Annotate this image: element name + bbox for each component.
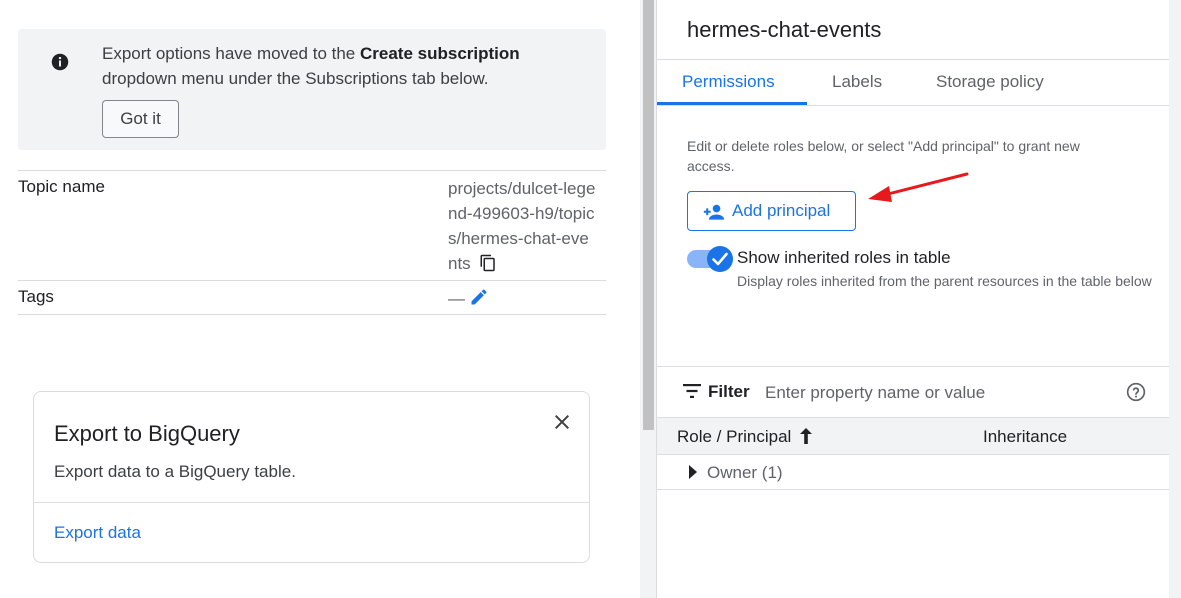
toggle-label: Show inherited roles in table xyxy=(737,248,951,267)
property-row-topic-name: Topic name projects/dulcet-legend-499603… xyxy=(18,170,606,280)
add-principal-button[interactable]: Add principal xyxy=(687,191,856,231)
info-banner: Export options have moved to the Create … xyxy=(18,29,606,150)
banner-text-bold: Create subscription xyxy=(360,44,520,63)
permissions-panel: hermes-chat-events Permissions Labels St… xyxy=(657,0,1169,598)
toggle-knob xyxy=(707,246,733,272)
column-header-label: Role / Principal xyxy=(677,427,792,446)
property-label: Topic name xyxy=(18,177,105,196)
export-data-link[interactable]: Export data xyxy=(54,523,141,543)
check-icon xyxy=(712,252,728,266)
role-owner-label: Owner (1) xyxy=(707,463,783,482)
banner-text: Export options have moved to the Create … xyxy=(102,41,582,91)
close-icon[interactable] xyxy=(550,410,574,434)
filter-input[interactable] xyxy=(763,380,1107,406)
panel-title: hermes-chat-events xyxy=(687,17,882,42)
left-pane: Export options have moved to the Create … xyxy=(0,0,640,598)
roles-table-header: Role / Principal Inheritance xyxy=(657,417,1169,455)
card-divider xyxy=(34,502,589,503)
topic-properties: Topic name projects/dulcet-legend-499603… xyxy=(18,170,606,315)
active-tab-indicator xyxy=(657,102,807,105)
help-icon[interactable] xyxy=(1126,382,1146,402)
tab-labels[interactable]: Labels xyxy=(832,72,882,92)
inherited-roles-toggle[interactable] xyxy=(687,246,737,272)
toggle-description: Display roles inherited from the parent … xyxy=(737,273,1152,289)
card-title: Export to BigQuery xyxy=(54,421,240,446)
property-value: — xyxy=(448,286,598,311)
edit-icon[interactable] xyxy=(469,287,489,307)
filter-icon xyxy=(683,384,701,398)
section-divider xyxy=(657,366,1169,367)
panel-tabs: Permissions Labels Storage policy xyxy=(657,60,1169,106)
column-header-inheritance: Inheritance xyxy=(983,427,1068,446)
banner-text-before: Export options have moved to the xyxy=(102,44,360,63)
sort-ascending-icon xyxy=(800,428,813,444)
tab-storage-policy[interactable]: Storage policy xyxy=(936,72,1044,92)
topic-name-value: projects/dulcet-legend-499603-h9/topics/… xyxy=(448,179,596,273)
property-value: projects/dulcet-legend-499603-h9/topics/… xyxy=(448,176,598,276)
add-person-icon xyxy=(703,204,725,220)
permissions-description: Edit or delete roles below, or select "A… xyxy=(687,138,1080,174)
property-row-tags: Tags — xyxy=(18,280,606,315)
expand-caret-icon[interactable] xyxy=(689,465,697,479)
add-principal-label: Add principal xyxy=(732,201,831,220)
property-label: Tags xyxy=(18,287,54,306)
got-it-button[interactable]: Got it xyxy=(102,100,179,138)
card-description: Export data to a BigQuery table. xyxy=(54,462,296,481)
info-icon xyxy=(51,53,69,71)
export-bigquery-card: Export to BigQuery Export data to a BigQ… xyxy=(33,391,590,563)
tab-permissions[interactable]: Permissions xyxy=(682,72,775,92)
left-scrollbar-thumb[interactable] xyxy=(643,0,654,430)
banner-text-after: dropdown menu under the Subscriptions ta… xyxy=(102,69,489,88)
column-header-role-principal[interactable]: Role / Principal xyxy=(677,427,813,447)
tags-value: — xyxy=(448,289,465,308)
right-scrollbar-track[interactable] xyxy=(1169,0,1181,598)
table-row[interactable]: Owner (1) xyxy=(657,454,1169,490)
filter-label: Filter xyxy=(708,382,750,401)
copy-icon[interactable] xyxy=(479,254,497,272)
